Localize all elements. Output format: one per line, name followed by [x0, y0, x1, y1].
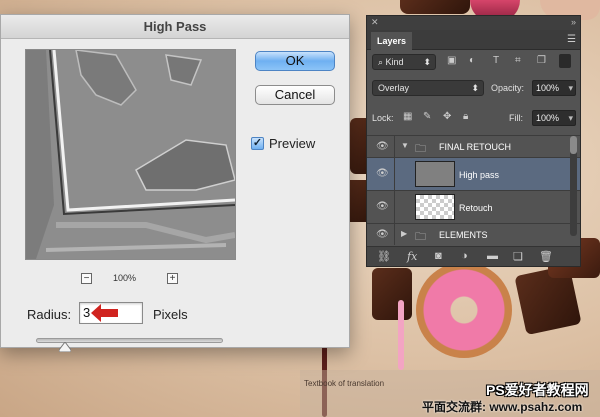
- dropdown-arrow-icon: ▾: [568, 83, 573, 93]
- pink-donut: [416, 262, 512, 358]
- chocolate-piece-3: [372, 268, 412, 320]
- chevron-updown-icon: ⬍: [471, 83, 479, 93]
- eye-icon[interactable]: 👁︎: [376, 201, 389, 212]
- tab-layers[interactable]: Layers: [371, 32, 413, 50]
- layer-thumbnail: [415, 161, 455, 187]
- opacity-label: Opacity:: [491, 83, 525, 93]
- filter-kind-value: Kind: [385, 57, 404, 67]
- zoom-out-button[interactable]: −: [81, 273, 92, 284]
- lock-all-icon[interactable]: 🔒︎: [463, 111, 468, 122]
- filter-type-icon[interactable]: T: [493, 55, 499, 66]
- lock-label: Lock:: [372, 113, 394, 123]
- layers-bottom-bar: ⛓︎ fx ◙ ◑ ▬ ❏ 🗑︎: [367, 246, 580, 266]
- chocolate-piece-6: [400, 0, 470, 14]
- watermark-caption: Textbook of translation: [304, 379, 385, 388]
- panel-menu-icon[interactable]: ☰: [567, 34, 576, 45]
- fx-icon[interactable]: fx: [407, 250, 417, 263]
- lock-image-icon[interactable]: ✎: [423, 111, 431, 122]
- adjustment-icon[interactable]: ◑: [461, 250, 468, 262]
- dropdown-arrow-icon: ▾: [568, 113, 573, 123]
- layer-row[interactable]: 👁︎ Retouch: [367, 190, 580, 223]
- layer-name: FINAL RETOUCH: [439, 142, 512, 152]
- layer-thumbnail: [415, 194, 455, 220]
- red-arrow-icon: [91, 304, 118, 322]
- dialog-title: High Pass: [1, 15, 349, 39]
- mask-icon[interactable]: ◙: [435, 250, 442, 262]
- slider-thumb[interactable]: [59, 342, 71, 352]
- scrollbar-thumb[interactable]: [570, 136, 577, 154]
- panel-tab-row: Layers ☰: [367, 30, 580, 50]
- filter-preview[interactable]: [25, 49, 236, 260]
- pink-icing-drip: [398, 300, 404, 370]
- layer-row-selected[interactable]: 👁︎ High pass: [367, 157, 580, 190]
- lock-transparent-icon[interactable]: ▦: [403, 111, 412, 122]
- zoom-controls: − 100% +: [81, 273, 181, 287]
- eye-icon[interactable]: 👁︎: [376, 168, 389, 179]
- filter-shape-icon[interactable]: ⌗: [515, 55, 521, 66]
- layer-name: High pass: [459, 170, 500, 180]
- layer-row-group[interactable]: 👁︎ ▼ 🗀︎ FINAL RETOUCH: [367, 135, 580, 157]
- fill-field[interactable]: 100% ▾: [532, 110, 576, 126]
- new-layer-icon[interactable]: ❏: [513, 250, 523, 263]
- opacity-value: 100%: [536, 83, 560, 93]
- layer-row-group[interactable]: 👁︎ ▶ 🗀︎ ELEMENTS: [367, 223, 580, 245]
- filter-adjustment-icon[interactable]: ◐: [469, 55, 475, 66]
- collapse-triangle-icon[interactable]: ▶: [401, 229, 407, 238]
- watermark-site-sub: 平面交流群: www.psahz.com: [422, 400, 583, 414]
- opacity-field[interactable]: 100% ▾: [532, 80, 576, 96]
- layers-panel: ✕ » Layers ☰ ⌕ Kind ⬍ ▣ ◐ T ⌗ ❐ Overlay ⬍ …: [366, 15, 581, 267]
- filter-smart-object-icon[interactable]: ❐: [537, 55, 546, 66]
- layer-name: Retouch: [459, 203, 493, 213]
- layer-name: ELEMENTS: [439, 230, 488, 240]
- fill-value: 100%: [536, 113, 560, 123]
- ok-button[interactable]: OK: [255, 51, 335, 71]
- eye-icon[interactable]: 👁︎: [376, 229, 389, 240]
- panel-header: ✕ »: [367, 16, 580, 30]
- filter-pixel-icon[interactable]: ▣: [447, 55, 456, 66]
- layers-scrollbar[interactable]: [570, 136, 577, 236]
- fill-label: Fill:: [509, 113, 523, 123]
- preview-checkbox-row[interactable]: ✓ Preview: [251, 136, 315, 151]
- blend-mode-value: Overlay: [378, 83, 410, 93]
- expand-triangle-icon[interactable]: ▼: [401, 141, 409, 150]
- filter-kind-select[interactable]: ⌕ Kind ⬍: [372, 54, 436, 70]
- cancel-button[interactable]: Cancel: [255, 85, 335, 105]
- preview-label: Preview: [269, 136, 316, 151]
- preview-image: [26, 50, 235, 259]
- filter-toggle-icon[interactable]: [559, 54, 571, 68]
- link-icon[interactable]: ⛓︎: [377, 250, 391, 263]
- blend-mode-select[interactable]: Overlay ⬍: [372, 80, 484, 96]
- preview-checkbox[interactable]: ✓: [251, 137, 264, 150]
- collapse-panel-icon[interactable]: »: [571, 17, 576, 27]
- lock-position-icon[interactable]: ✥: [443, 111, 451, 122]
- trash-icon[interactable]: 🗑︎: [539, 250, 553, 263]
- zoom-level: 100%: [113, 273, 137, 283]
- close-panel-icon[interactable]: ✕: [371, 17, 379, 28]
- radius-label: Radius:: [27, 307, 72, 322]
- high-pass-dialog: High Pass − 100% + Radius: 3 Pixels OK C…: [0, 14, 350, 352]
- eye-icon[interactable]: 👁︎: [376, 141, 389, 152]
- folder-icon[interactable]: ▬: [487, 250, 498, 262]
- chevron-updown-icon: ⬍: [423, 57, 431, 67]
- search-icon: ⌕: [378, 57, 386, 67]
- watermark-site-name: PS爱好者教程网: [486, 382, 589, 398]
- zoom-in-button[interactable]: +: [167, 273, 178, 284]
- folder-icon: 🗀︎: [415, 231, 426, 243]
- pixels-label: Pixels: [153, 307, 188, 322]
